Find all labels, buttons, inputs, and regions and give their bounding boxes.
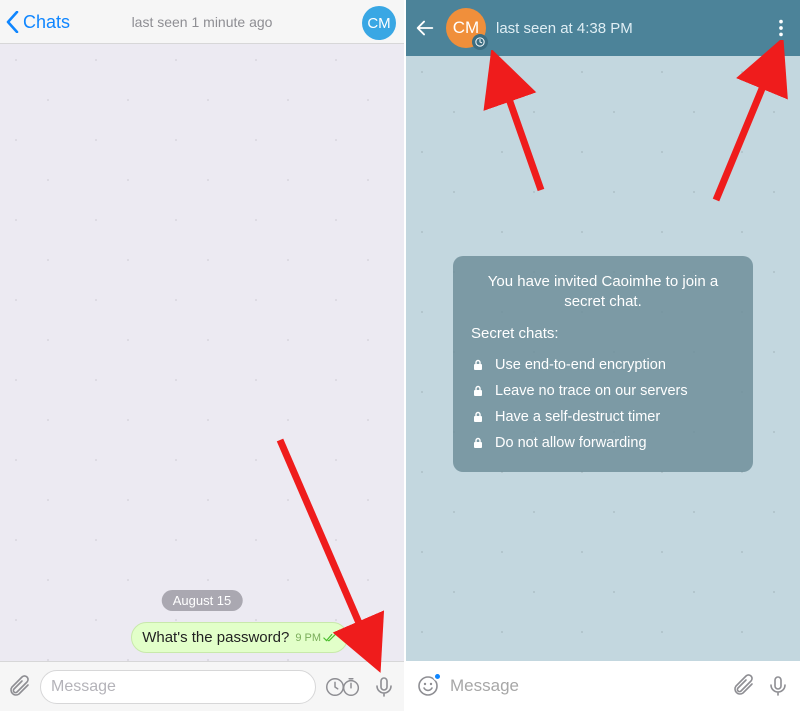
emoji-button[interactable] [416,674,440,698]
secret-heading: Secret chats: [471,325,735,342]
message-input[interactable]: Message [40,670,316,704]
last-seen-status: last seen 1 minute ago [132,14,273,30]
android-chat-pane: CM last seen at 4:38 PM You have invited… [406,0,800,711]
notification-dot [433,672,442,681]
avatar[interactable]: CM [446,8,486,48]
lock-icon [471,436,485,450]
more-vertical-icon [770,17,792,39]
date-separator: August 15 [162,590,243,611]
ios-header: Chats last seen 1 minute ago CM [0,0,404,44]
ios-chat-pane: Chats last seen 1 minute ago CM August 1… [0,0,406,711]
input-bar: Message [406,661,800,711]
bullet-text: Use end-to-end encryption [495,357,666,373]
input-placeholder: Message [51,678,116,696]
lock-icon [471,358,485,372]
paperclip-icon [8,675,32,699]
chevron-left-icon [6,11,19,33]
android-header: CM last seen at 4:38 PM [406,0,800,56]
bullet-text: Do not allow forwarding [495,435,647,451]
arrow-left-icon [414,17,436,39]
message-text: What's the password? [142,629,289,646]
list-item: Use end-to-end encryption [471,352,735,378]
clock-badge-icon [475,37,485,47]
list-item: Have a self-destruct timer [471,404,735,430]
last-seen-status: last seen at 4:38 PM [496,20,633,37]
back-button[interactable]: Chats [6,0,70,44]
input-placeholder: Message [450,676,519,695]
message-time: 9 PM [295,632,321,644]
secret-bullet-list: Use end-to-end encryption Leave no trace… [471,352,735,456]
paperclip-icon [732,674,756,698]
secret-chat-badge [472,34,488,50]
stopwatch-icon [340,676,362,698]
mic-icon [372,675,396,699]
attach-button[interactable] [732,674,756,698]
mic-icon [766,674,790,698]
menu-button[interactable] [770,0,792,56]
right-icon-cluster [324,674,396,700]
bullet-text: Have a self-destruct timer [495,409,660,425]
double-check-icon [323,633,337,643]
mic-button[interactable] [766,674,790,698]
background-pattern [0,44,404,661]
timer-button[interactable] [324,674,364,700]
secret-chat-info: You have invited Caoimhe to join a secre… [453,256,753,472]
back-button[interactable] [414,17,436,39]
chat-body: You have invited Caoimhe to join a secre… [406,56,800,661]
mic-button[interactable] [372,675,396,699]
message-meta: 9 PM [295,632,337,644]
attach-button[interactable] [8,675,32,699]
input-bar: Message [0,661,404,711]
bullet-text: Leave no trace on our servers [495,383,688,399]
lock-icon [471,384,485,398]
lock-icon [471,410,485,424]
outgoing-message[interactable]: What's the password? 9 PM [131,622,348,653]
back-label: Chats [23,12,70,33]
list-item: Leave no trace on our servers [471,378,735,404]
chat-body: August 15 What's the password? 9 PM [0,44,404,661]
avatar[interactable]: CM [362,6,396,40]
screenshot-wrap: Chats last seen 1 minute ago CM August 1… [0,0,800,711]
message-input[interactable]: Message [450,676,722,696]
list-item: Do not allow forwarding [471,430,735,456]
secret-intro: You have invited Caoimhe to join a secre… [471,272,735,313]
